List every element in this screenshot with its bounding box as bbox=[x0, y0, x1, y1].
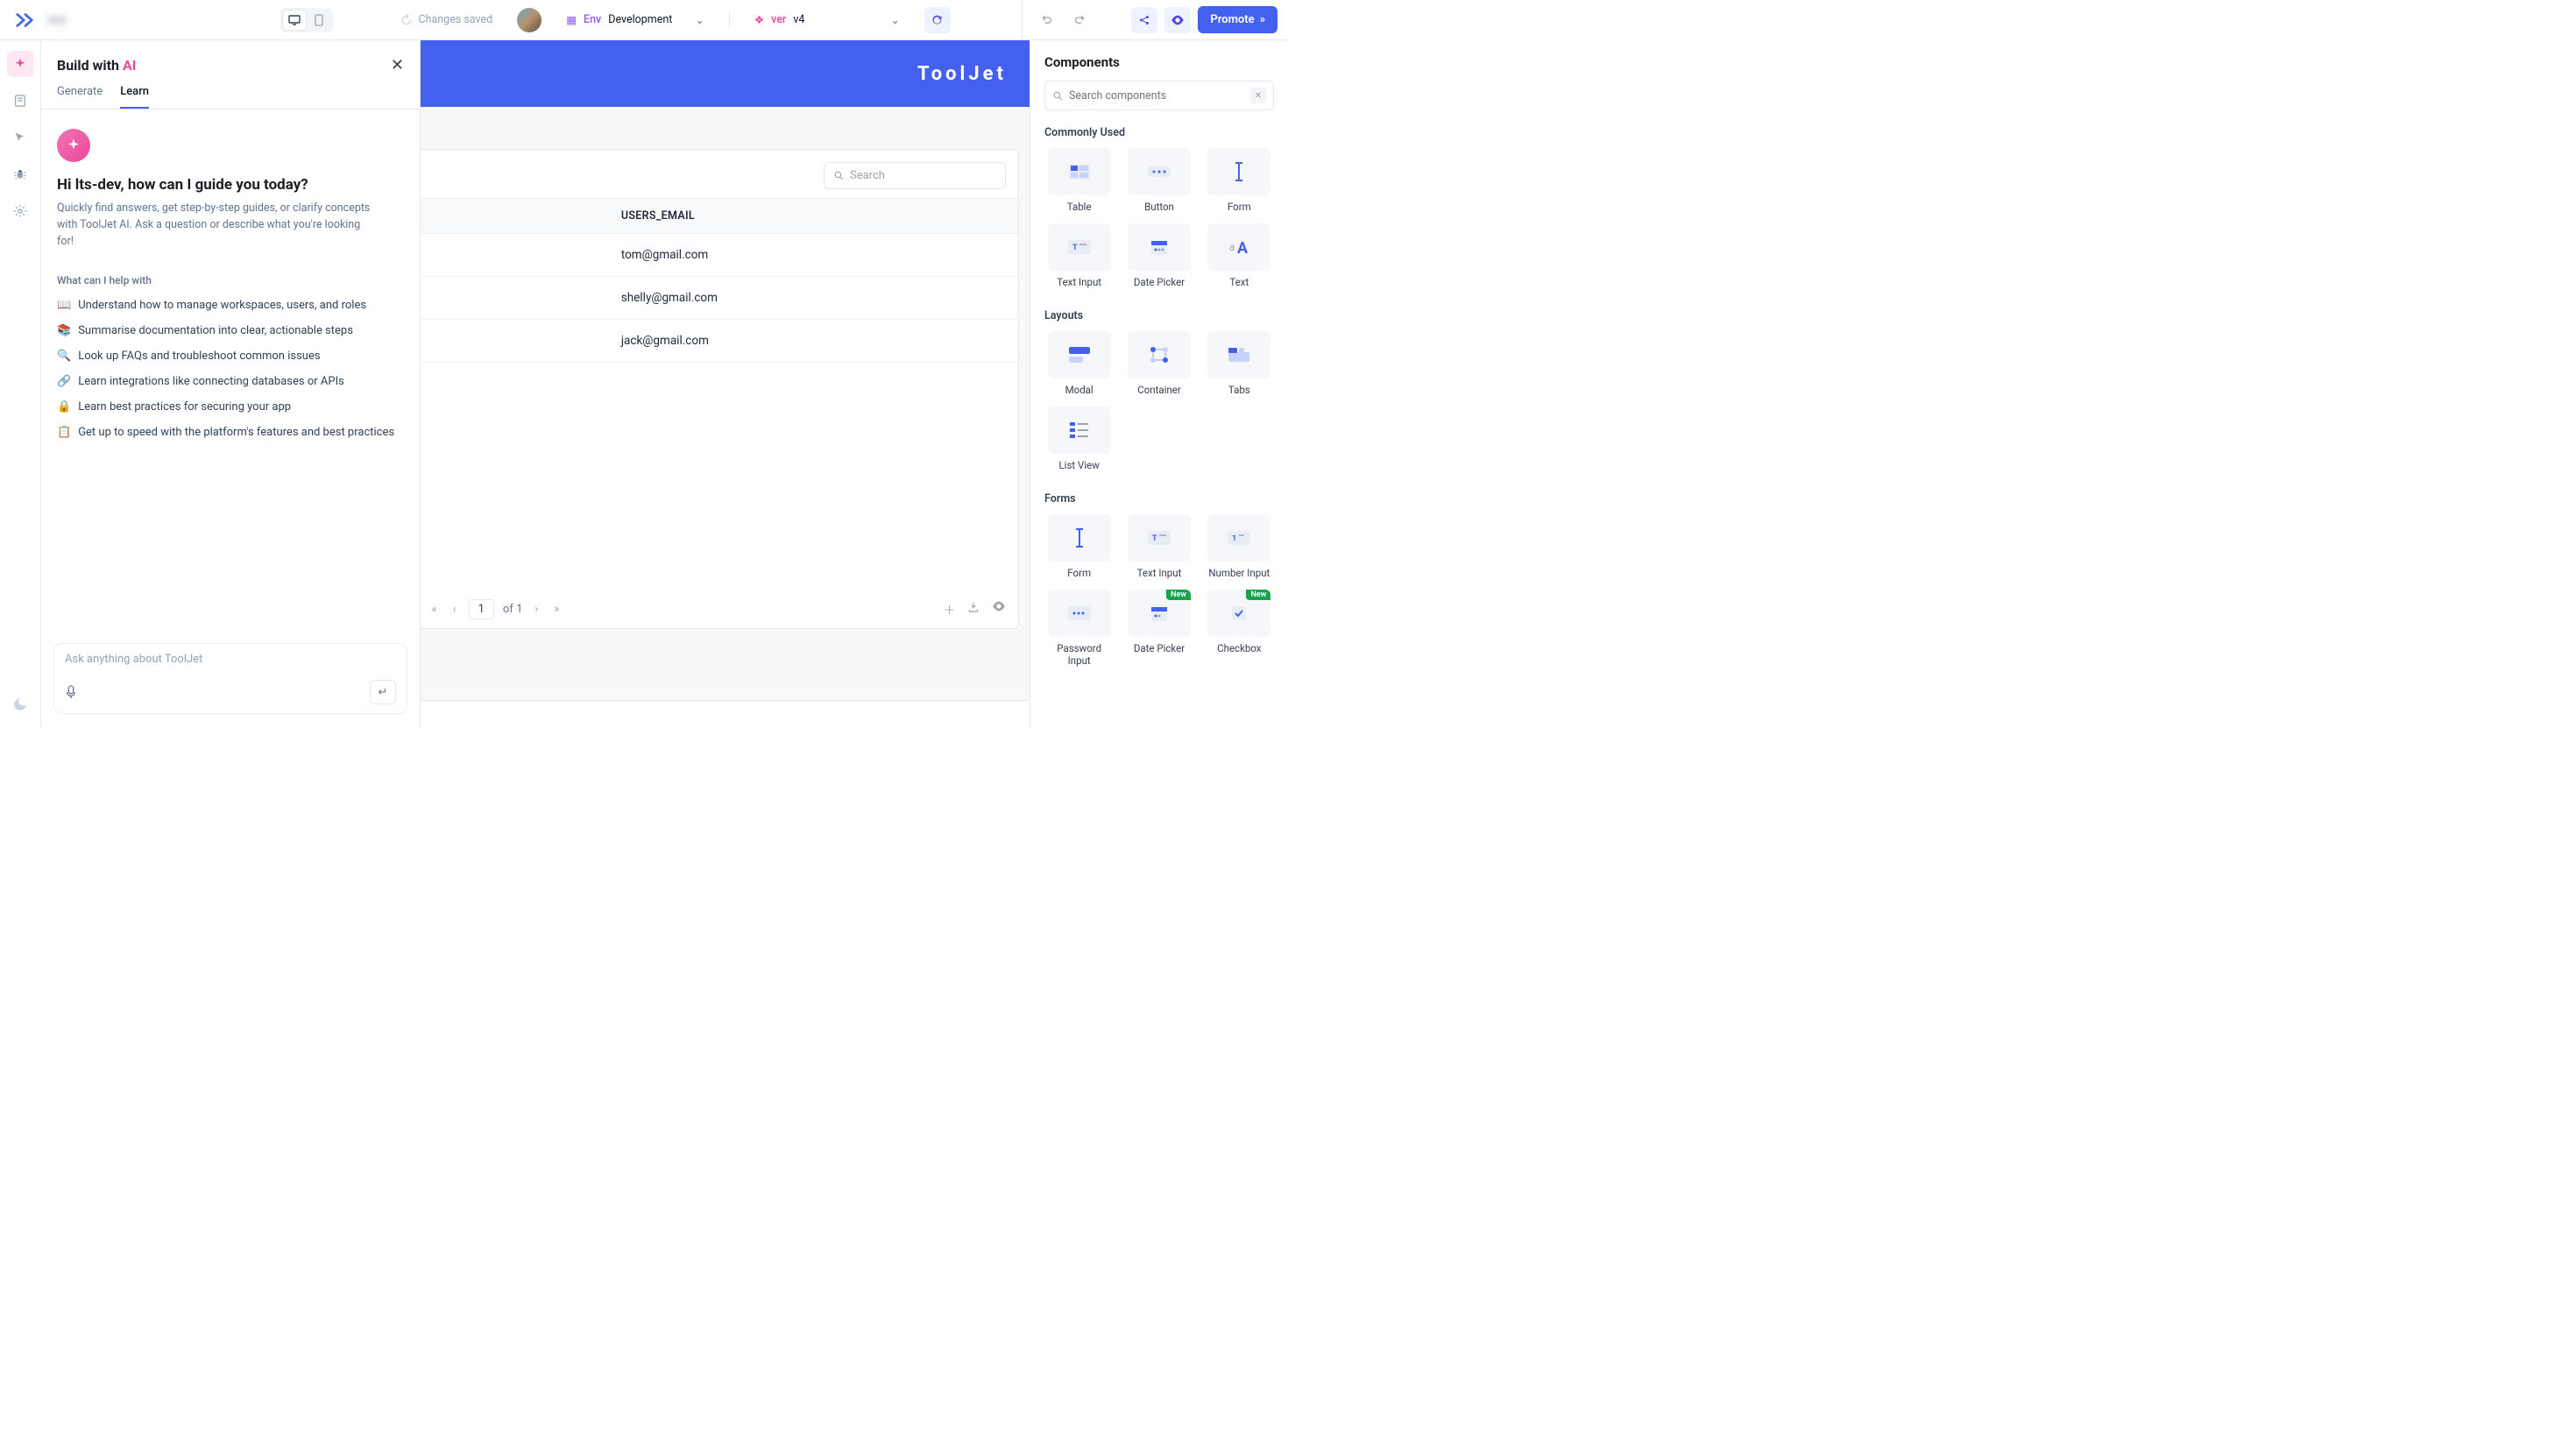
component-form-2[interactable]: Form bbox=[1044, 514, 1114, 579]
component-tabs[interactable]: Tabs bbox=[1205, 331, 1274, 396]
preview-button[interactable] bbox=[1164, 7, 1191, 33]
ai-sparkle-icon[interactable] bbox=[7, 51, 33, 77]
top-bar: app Changes saved ▦ Env Development ⌄ ❖ … bbox=[0, 0, 1288, 40]
download-icon[interactable] bbox=[967, 601, 980, 618]
table-search-input[interactable]: Search bbox=[824, 162, 1006, 189]
undo-button[interactable] bbox=[1033, 7, 1059, 33]
component-date-picker-2[interactable]: NewDate Picker bbox=[1124, 590, 1193, 667]
first-page-icon[interactable]: « bbox=[428, 603, 441, 616]
ai-ask-box[interactable]: Ask anything about ToolJet ↵ bbox=[53, 643, 407, 714]
ai-help-item[interactable]: 🔒Learn best practices for securing your … bbox=[57, 400, 404, 413]
svg-text:T: T bbox=[1152, 534, 1157, 543]
svg-text:T: T bbox=[1072, 244, 1078, 252]
ai-help-item[interactable]: 📋Get up to speed with the platform's fea… bbox=[57, 426, 404, 439]
section-commonly-used: Commonly Used bbox=[1044, 126, 1274, 139]
ai-help-item[interactable]: 🔗Learn integrations like connecting data… bbox=[57, 375, 404, 388]
component-date-picker[interactable]: Date Picker bbox=[1124, 223, 1193, 288]
component-modal[interactable]: Modal bbox=[1044, 331, 1114, 396]
component-text-input[interactable]: TText Input bbox=[1044, 223, 1114, 288]
search-components-input[interactable]: ✕ bbox=[1044, 81, 1274, 110]
left-rail bbox=[0, 40, 41, 728]
component-text-input-2[interactable]: TText Input bbox=[1124, 514, 1193, 579]
components-title: Components bbox=[1044, 54, 1274, 70]
pagination: « ‹ 1 of 1 › » bbox=[428, 599, 563, 619]
user-avatar[interactable] bbox=[517, 8, 541, 32]
build-with-ai-panel: Build with AI ✕ Generate Learn Hi lts-de… bbox=[41, 40, 421, 728]
component-list-view[interactable]: List View bbox=[1044, 406, 1114, 471]
microphone-icon[interactable] bbox=[65, 685, 77, 699]
ai-orb-icon bbox=[57, 129, 90, 162]
component-table[interactable]: Table bbox=[1044, 148, 1114, 213]
refresh-button[interactable] bbox=[924, 7, 951, 33]
component-text[interactable]: aAText bbox=[1205, 223, 1274, 288]
ai-subtext: Quickly find answers, get step-by-step g… bbox=[57, 201, 372, 250]
tab-generate[interactable]: Generate bbox=[57, 85, 103, 109]
promote-button[interactable]: Promote » bbox=[1198, 6, 1277, 33]
ai-help-label: What can I help with bbox=[57, 274, 404, 286]
ai-help-list: 📖Understand how to manage workspaces, us… bbox=[57, 299, 404, 439]
ai-panel-title: Build with AI bbox=[57, 57, 136, 74]
visibility-icon[interactable] bbox=[992, 601, 1006, 618]
app-name[interactable]: app bbox=[47, 10, 126, 31]
tooljet-logo-icon[interactable] bbox=[11, 5, 40, 35]
version-selector[interactable]: ❖ ver v4 ⌄ bbox=[754, 13, 900, 27]
settings-gear-icon[interactable] bbox=[7, 198, 33, 224]
submit-enter-button[interactable]: ↵ bbox=[370, 680, 396, 704]
page-total: of 1 bbox=[503, 603, 522, 616]
pages-icon[interactable] bbox=[7, 88, 33, 114]
canvas-brand: ToolJet bbox=[917, 63, 1007, 85]
component-number-input[interactable]: 1Number Input bbox=[1205, 514, 1274, 579]
device-toggle bbox=[280, 8, 333, 32]
redo-button[interactable] bbox=[1066, 7, 1093, 33]
next-page-icon[interactable]: › bbox=[531, 603, 541, 616]
environment-selector[interactable]: ▦ Env Development ⌄ bbox=[566, 13, 704, 27]
ai-greeting: Hi lts-dev, how can I guide you today? bbox=[57, 176, 404, 194]
inspect-icon[interactable] bbox=[7, 124, 33, 151]
section-forms: Forms bbox=[1044, 492, 1274, 505]
clear-search-icon[interactable]: ✕ bbox=[1250, 88, 1266, 103]
last-page-icon[interactable]: » bbox=[550, 603, 563, 616]
ai-help-item[interactable]: 📖Understand how to manage workspaces, us… bbox=[57, 299, 404, 312]
share-button[interactable] bbox=[1131, 7, 1157, 33]
search-icon bbox=[1052, 90, 1064, 102]
component-container[interactable]: Container bbox=[1124, 331, 1193, 396]
search-components-field[interactable] bbox=[1069, 89, 1245, 102]
component-button[interactable]: Button bbox=[1124, 148, 1193, 213]
prev-page-icon[interactable]: ‹ bbox=[449, 603, 460, 616]
ai-ask-placeholder: Ask anything about ToolJet bbox=[65, 653, 396, 666]
svg-text:A: A bbox=[1237, 239, 1249, 256]
svg-text:a: a bbox=[1229, 241, 1235, 253]
tab-learn[interactable]: Learn bbox=[120, 85, 149, 109]
component-password-input[interactable]: Password Input bbox=[1044, 590, 1114, 667]
svg-text:1: 1 bbox=[1232, 534, 1236, 543]
add-row-icon[interactable]: ＋ bbox=[944, 601, 955, 618]
close-icon[interactable]: ✕ bbox=[391, 56, 404, 74]
component-form[interactable]: Form bbox=[1205, 148, 1274, 213]
section-layouts: Layouts bbox=[1044, 309, 1274, 322]
column-header[interactable]: USERS_EMAIL bbox=[607, 199, 1018, 234]
page-number[interactable]: 1 bbox=[469, 599, 494, 619]
component-checkbox[interactable]: NewCheckbox bbox=[1205, 590, 1274, 667]
ai-help-item[interactable]: 🔍Look up FAQs and troubleshoot common is… bbox=[57, 350, 404, 363]
theme-toggle-icon[interactable] bbox=[7, 691, 33, 717]
components-panel: Components ✕ Commonly Used Table Button … bbox=[1030, 40, 1288, 728]
debug-icon[interactable] bbox=[7, 161, 33, 187]
mobile-view-button[interactable] bbox=[308, 11, 330, 30]
changes-saved-status: Changes saved bbox=[400, 13, 492, 26]
ai-help-item[interactable]: 📚Summarise documentation into clear, act… bbox=[57, 324, 404, 337]
desktop-view-button[interactable] bbox=[283, 11, 306, 30]
